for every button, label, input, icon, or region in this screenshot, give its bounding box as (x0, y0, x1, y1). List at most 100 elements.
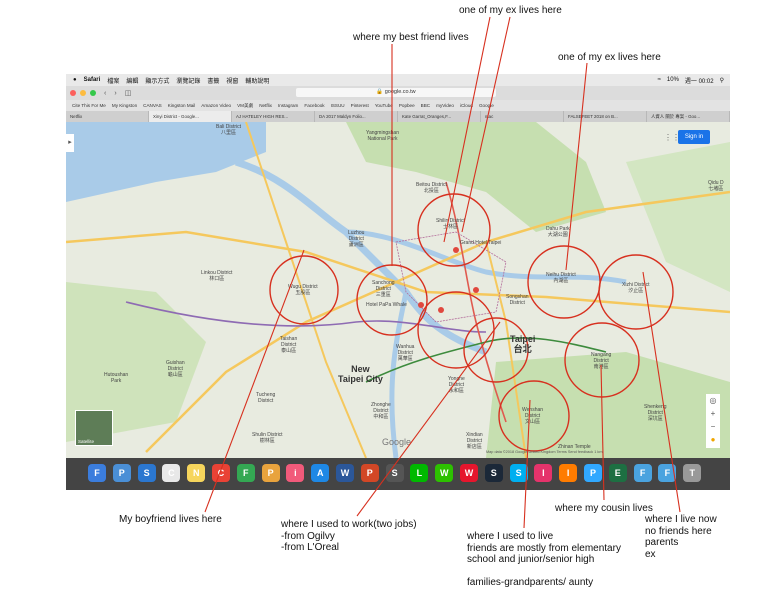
my-location-icon[interactable]: ◎ (706, 394, 720, 407)
bookmark-item[interactable]: My Kingston (112, 103, 137, 108)
clock[interactable]: 週一 00:02 (685, 76, 714, 85)
weibo-dock-icon[interactable]: W (460, 464, 478, 482)
map-label: Luzhou District 蘆洲區 (348, 230, 365, 248)
bookmark-item[interactable]: Instagram (278, 103, 298, 108)
screenshot-dock-icon[interactable]: S (385, 464, 404, 482)
facetime-dock-icon[interactable]: F (236, 464, 255, 482)
preview-dock-icon[interactable]: P (112, 464, 131, 482)
map-label: Shulin District 樹林區 (252, 432, 283, 444)
chrome-dock-icon[interactable]: C (212, 464, 230, 482)
word-dock-icon[interactable]: W (336, 464, 354, 482)
pegman-icon[interactable]: ● (706, 433, 720, 446)
powerpoint-dock-icon[interactable]: P (360, 464, 379, 482)
dock: FPSCNCFPiAWPSLWWSSIIPEFFT (66, 458, 730, 490)
address-bar[interactable]: 🔒 google.co.tw (296, 88, 496, 97)
calendar-dock-icon[interactable]: C (162, 464, 181, 482)
map-label: Hotel PaPa Whale (366, 302, 407, 308)
zoom-in-button[interactable]: + (706, 407, 720, 420)
menu-item-view[interactable]: 顯示方式 (145, 76, 169, 85)
bookmark-item[interactable]: Netflix (259, 103, 272, 108)
bookmark-item[interactable]: Pinterest (351, 103, 369, 108)
photos-dock-icon[interactable]: P (261, 464, 280, 482)
annotation-cousin: where my cousin lives (555, 503, 653, 514)
close-window-button[interactable] (70, 90, 76, 96)
bookmark-item[interactable]: ISSUU (331, 103, 345, 108)
map-label: Zhonghe District 中和區 (371, 402, 391, 420)
folder-dock-icon[interactable]: F (633, 464, 652, 482)
annotation-work: where I used to work(two jobs) -from Ogi… (281, 519, 417, 553)
bookmark-item[interactable]: VM美劇 (237, 103, 253, 109)
map-footer: Map data ©2018 Google United Kingdom Ter… (486, 450, 603, 454)
search-icon[interactable]: ⚲ (720, 77, 724, 84)
menu-item-history[interactable]: 瀏覽記錄 (176, 76, 200, 85)
trash-dock-icon[interactable]: T (683, 464, 702, 482)
tab[interactable]: AJ HATELEY HIGH RES... (232, 111, 315, 122)
zoom-window-button[interactable] (90, 90, 96, 96)
line-dock-icon[interactable]: L (410, 464, 429, 482)
expand-panel-button[interactable]: ▸ (66, 134, 74, 152)
menu-extras: ≈ 10% 週一 00:02 ⚲ (658, 74, 724, 86)
menu-item-bookmarks[interactable]: 書籤 (207, 76, 219, 85)
google-map[interactable]: Bali District 八里區 Wugu District 五股區 Link… (66, 122, 730, 458)
hotel-pin[interactable] (418, 302, 424, 308)
bookmark-item[interactable]: YouTube (375, 103, 393, 108)
menu-item-file[interactable]: 檔案 (107, 76, 119, 85)
bookmark-item[interactable]: CANVAS (143, 103, 162, 108)
tab-active[interactable]: Xinyi District - Google... (149, 111, 232, 122)
map-label: Shilin District 士林區 (436, 218, 465, 230)
sign-in-button[interactable]: Sign in (678, 130, 710, 144)
wechat-dock-icon[interactable]: W (435, 464, 454, 482)
hotel-pin[interactable] (438, 307, 444, 313)
indesign-dock-icon[interactable]: I (534, 464, 553, 482)
tab[interactable]: mac (481, 111, 564, 122)
wifi-icon[interactable]: ≈ (658, 77, 661, 83)
itunes-dock-icon[interactable]: i (286, 464, 305, 482)
hotel-pin[interactable] (453, 247, 459, 253)
illustrator-dock-icon[interactable]: I (559, 464, 578, 482)
satellite-label: Satellite (78, 439, 95, 444)
bookmark-item[interactable]: Cite This For Me (72, 103, 106, 108)
tab[interactable]: Netflix (66, 111, 149, 122)
forward-button[interactable]: › (114, 90, 116, 97)
safari-dock-icon[interactable]: S (137, 464, 156, 482)
menu-item-window[interactable]: 視窗 (226, 76, 238, 85)
menu-item-safari[interactable]: Safari (84, 77, 101, 83)
steam-dock-icon[interactable]: S (484, 464, 503, 482)
bookmark-item[interactable]: Google (479, 103, 494, 108)
satellite-toggle[interactable]: Satellite (75, 410, 113, 446)
bookmark-item[interactable]: BBC (421, 103, 430, 108)
sidebar-button[interactable]: ◫ (125, 89, 132, 97)
finder-dock-icon[interactable]: F (88, 464, 106, 482)
menu-item-edit[interactable]: 編輯 (126, 76, 138, 85)
hotel-pin[interactable] (473, 287, 479, 293)
menu-item-help[interactable]: 輔助說明 (245, 76, 269, 85)
bookmark-item[interactable]: iCloud (460, 103, 473, 108)
bookmark-item[interactable]: Kingston Mail (168, 103, 196, 108)
zoom-out-button[interactable]: − (706, 420, 720, 433)
tab[interactable]: 人資人 關於 專案 - Goo... (647, 111, 730, 122)
photoshop-dock-icon[interactable]: P (584, 464, 602, 482)
excel-dock-icon[interactable]: E (608, 464, 627, 482)
map-label: Dahu Park 大湖公園 (546, 226, 570, 238)
minimize-window-button[interactable] (80, 90, 86, 96)
bookmark-item[interactable]: Popbee (399, 103, 415, 108)
map-label: Taishan District 泰山區 (280, 336, 298, 354)
bookmark-item[interactable]: Facebook (304, 103, 324, 108)
annotation-live-now: where I live now no friends here parents… (645, 514, 717, 560)
bookmark-item[interactable]: myVideo (436, 103, 454, 108)
apple-menu-icon[interactable]: ● (73, 77, 77, 83)
tab[interactable]: DA 2017 Maldyn Folio... (315, 111, 398, 122)
map-label: Shenkeng District 深坑區 (644, 404, 667, 422)
folder-dock-icon[interactable]: F (658, 464, 677, 482)
address-text: google.co.tw (384, 89, 416, 95)
back-button[interactable]: ‹ (104, 90, 106, 97)
tab[interactable]: FALSEFEET 2018 on B... (564, 111, 647, 122)
map-label: Songshan District (506, 294, 529, 306)
notes-dock-icon[interactable]: N (187, 464, 206, 482)
tab[interactable]: Kate Garrat_Oranges,F... (398, 111, 481, 122)
battery-level[interactable]: 10% (667, 77, 679, 83)
bookmark-item[interactable]: Amazon Video (201, 103, 231, 108)
annotation-ex-top: one of my ex lives here (459, 5, 562, 16)
app-store-dock-icon[interactable]: A (311, 464, 330, 482)
skype-dock-icon[interactable]: S (509, 464, 528, 482)
